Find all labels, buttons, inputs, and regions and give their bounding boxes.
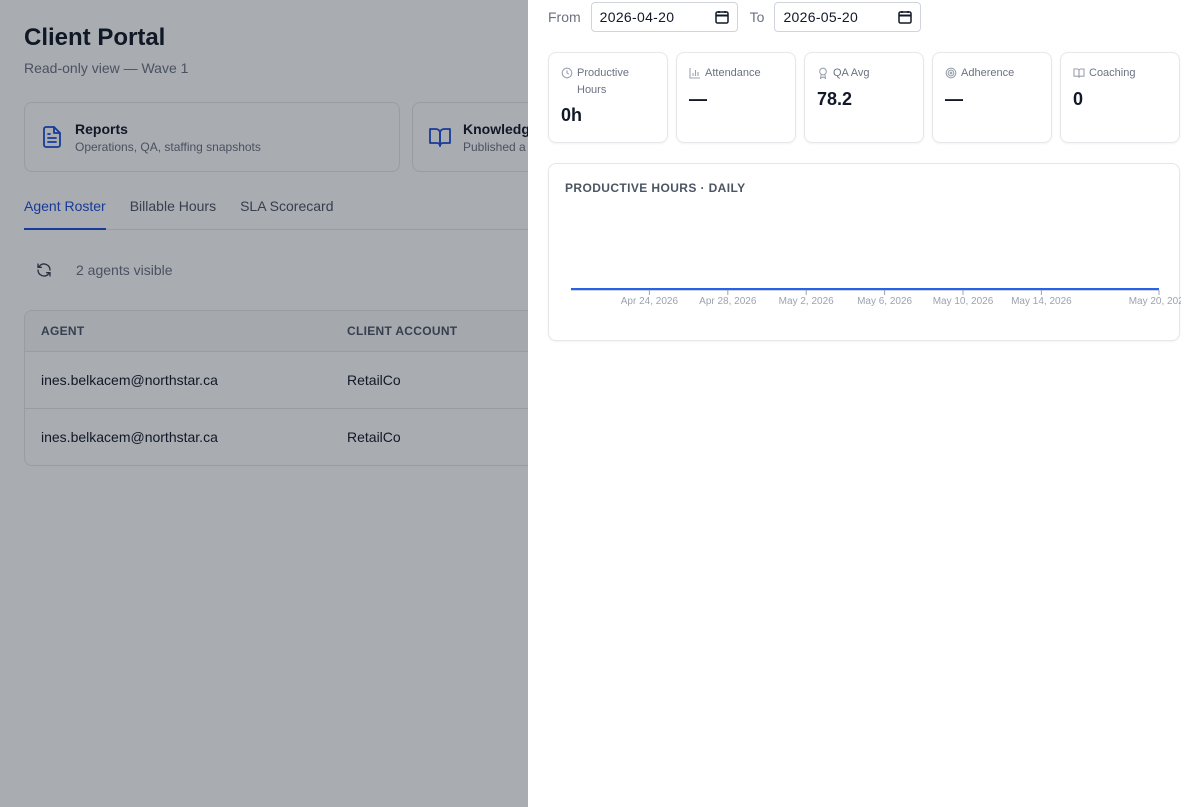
kpi-attendance: Attendance — <box>676 52 796 143</box>
agent-detail-drawer: From 2026-04-20 To 2026-05-20 Productive… <box>528 0 1200 807</box>
to-date-value: 2026-05-20 <box>783 9 859 25</box>
kpi-productive-hours: Productive Hours 0h <box>548 52 668 143</box>
kpi-label: Attendance <box>705 67 761 79</box>
kpi-value: — <box>689 89 707 109</box>
productive-hours-chart-card: PRODUCTIVE HOURS · DAILY Apr 24, 2026 Apr… <box>548 163 1181 341</box>
kpi-label: Adherence <box>961 67 1015 79</box>
x-tick-label: May 20, 2026 <box>1129 296 1181 307</box>
to-date-input[interactable]: 2026-05-20 <box>774 2 922 32</box>
kpi-adherence: Adherence — <box>932 52 1052 143</box>
kpi-coaching: Coaching 0 <box>1060 52 1180 143</box>
kpi-value: 78.2 <box>817 89 853 109</box>
book-icon <box>1073 67 1085 79</box>
from-date-value: 2026-04-20 <box>599 9 675 25</box>
date-range-filter: From 2026-04-20 To 2026-05-20 <box>548 2 933 32</box>
from-label: From <box>548 9 581 25</box>
bar-chart-icon <box>689 67 701 79</box>
to-label: To <box>749 9 765 25</box>
productive-hours-chart: Apr 24, 2026 Apr 28, 2026 May 2, 2026 May 6… <box>571 288 1181 307</box>
kpi-label: QA Avg <box>833 67 870 79</box>
target-icon <box>945 67 957 79</box>
x-tick-label: May 6, 2026 <box>857 296 912 307</box>
kpi-value: 0h <box>561 105 583 125</box>
x-tick-label: May 2, 2026 <box>779 296 834 307</box>
calendar-icon[interactable] <box>714 10 729 24</box>
kpi-value: — <box>945 89 963 109</box>
x-tick-label: Apr 28, 2026 <box>699 296 757 307</box>
x-tick-label: May 10, 2026 <box>933 296 994 307</box>
kpi-label: Productive Hours <box>577 67 629 96</box>
x-tick-label: Apr 24, 2026 <box>621 296 679 307</box>
kpi-value: 0 <box>1073 89 1084 109</box>
calendar-icon[interactable] <box>898 10 913 24</box>
kpi-qa-avg: QA Avg 78.2 <box>804 52 924 143</box>
award-icon <box>817 67 829 79</box>
clock-icon <box>561 67 573 79</box>
x-tick-label: May 14, 2026 <box>1011 296 1072 307</box>
kpi-label: Coaching <box>1089 67 1136 79</box>
from-date-input[interactable]: 2026-04-20 <box>590 2 738 32</box>
